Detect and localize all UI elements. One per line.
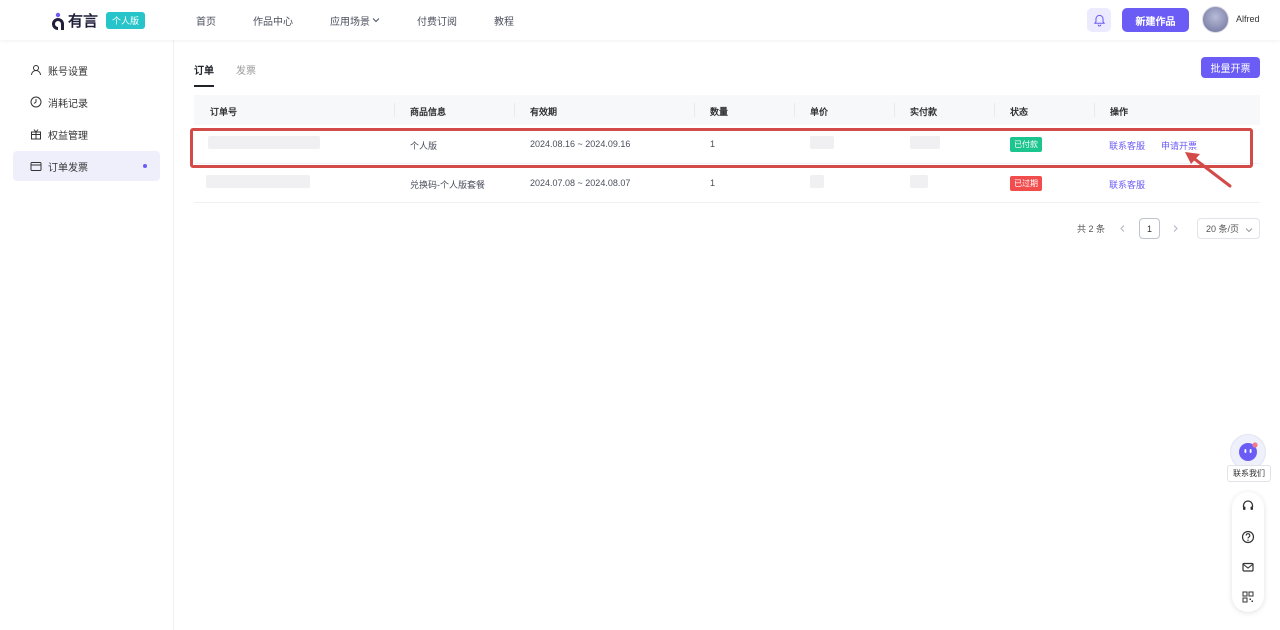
column-header: 商品信息 — [410, 107, 447, 117]
sidebar-item-account[interactable]: 账号设置 — [13, 55, 160, 85]
column-divider — [894, 103, 895, 117]
tab-orders[interactable]: 订单 — [194, 62, 214, 87]
floating-toolbar — [1232, 492, 1264, 612]
column-header: 有效期 — [530, 107, 558, 117]
robot-icon — [1239, 442, 1258, 461]
column-header: 实付款 — [910, 107, 938, 117]
top-bar: 有言 个人版 首页 作品中心 应用场景 付费订阅 教程 新建作品 Alfred — [0, 0, 1280, 40]
prev-page-icon[interactable] — [1118, 224, 1127, 233]
column-divider — [794, 103, 795, 117]
pagination-total: 共 2 条 — [1077, 224, 1106, 234]
notification-button[interactable] — [1087, 8, 1111, 32]
chevron-down-icon — [1245, 228, 1253, 233]
status-badge: 已过期 — [1010, 176, 1042, 191]
tab-invoices[interactable]: 发票 — [236, 62, 256, 87]
edition-badge: 个人版 — [106, 12, 146, 29]
column-divider — [514, 103, 515, 117]
nav-scenes[interactable]: 应用场景 — [330, 13, 380, 28]
nav-tutorial[interactable]: 教程 — [494, 13, 514, 28]
headset-icon[interactable] — [1241, 499, 1255, 513]
gift-icon — [31, 129, 41, 140]
contact-us-label[interactable]: 联系我们 — [1227, 465, 1271, 482]
sidebar: 账号设置 消耗记录 权益管理 订单发票 — [0, 40, 174, 630]
sidebar-item-label: 消耗记录 — [48, 98, 88, 110]
nav-home[interactable]: 首页 — [196, 13, 216, 28]
logo-icon — [52, 12, 64, 30]
page-number-current[interactable]: 1 — [1139, 218, 1160, 239]
nav-subscription[interactable]: 付费订阅 — [417, 13, 457, 28]
redacted-paid-amount — [910, 175, 928, 188]
sidebar-item-benefits[interactable]: 权益管理 — [13, 119, 160, 149]
order-tabs: 订单 发票 — [194, 62, 278, 87]
username[interactable]: Alfred — [1236, 14, 1260, 24]
wallet-icon — [30, 162, 42, 171]
redacted-order-number — [206, 175, 310, 188]
column-header: 数量 — [710, 107, 729, 117]
sidebar-item-label: 订单发票 — [48, 162, 88, 174]
help-icon[interactable] — [1241, 530, 1255, 544]
sidebar-item-orders[interactable]: 订单发票 — [13, 151, 160, 181]
main-nav: 首页 作品中心 应用场景 付费订阅 教程 — [196, 0, 551, 40]
column-divider — [694, 103, 695, 117]
clock-icon — [30, 96, 42, 108]
column-divider — [1094, 103, 1095, 117]
column-divider — [394, 103, 395, 117]
contact-support-link[interactable]: 联系客服 — [1109, 178, 1145, 191]
active-dot — [143, 164, 147, 168]
annotation-arrow-icon — [1185, 152, 1232, 188]
product-cell: 兑换码-个人版套餐 — [410, 180, 485, 190]
chevron-down-icon — [372, 18, 380, 23]
sidebar-item-label: 权益管理 — [48, 130, 88, 142]
sidebar-item-usage[interactable]: 消耗记录 — [13, 87, 160, 117]
quantity-cell: 1 — [710, 178, 716, 188]
redacted-unit-price — [810, 175, 824, 188]
new-work-button[interactable]: 新建作品 — [1122, 8, 1189, 32]
column-header: 状态 — [1010, 107, 1029, 117]
column-header: 单价 — [810, 107, 829, 117]
page-size-select[interactable]: 20 条/页 — [1197, 218, 1260, 239]
mail-icon[interactable] — [1241, 560, 1255, 574]
avatar[interactable] — [1202, 6, 1229, 33]
bell-icon — [1093, 14, 1105, 26]
page-size-value: 20 条/页 — [1206, 224, 1240, 234]
logo-text: 有言 — [68, 13, 99, 30]
column-header: 操作 — [1110, 107, 1129, 117]
next-page-icon[interactable] — [1171, 224, 1180, 233]
table-row: 兑换码-个人版套餐 2024.07.08 ~ 2024.08.07 1 已过期 … — [194, 164, 1260, 203]
nav-scenes-label: 应用场景 — [330, 16, 370, 28]
sidebar-item-label: 账号设置 — [48, 66, 88, 78]
validity-cell: 2024.07.08 ~ 2024.08.07 — [530, 178, 631, 188]
batch-invoice-button[interactable]: 批量开票 — [1201, 57, 1260, 78]
user-icon — [31, 65, 41, 76]
table-header: 订单号 商品信息 有效期 数量 单价 实付款 状态 操作 — [194, 95, 1260, 125]
qrcode-icon[interactable] — [1241, 590, 1255, 604]
column-divider — [994, 103, 995, 117]
logo[interactable]: 有言 个人版 — [50, 10, 146, 31]
column-header: 订单号 — [210, 107, 238, 117]
nav-works[interactable]: 作品中心 — [253, 13, 293, 28]
highlight-box — [190, 128, 1253, 168]
